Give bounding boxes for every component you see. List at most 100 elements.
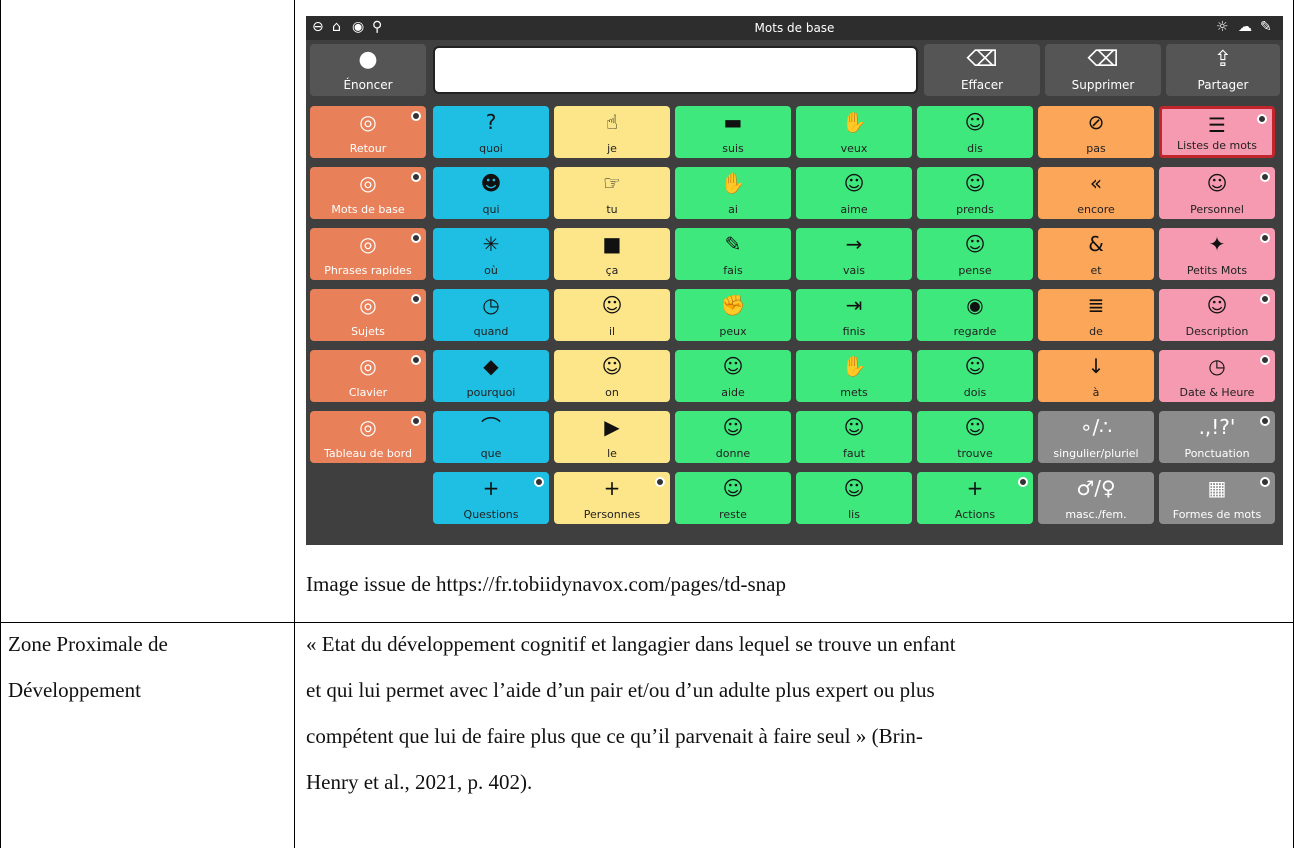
word-label: faut [843,447,865,460]
nav-button[interactable]: ◎ Clavier [310,350,426,402]
word-button[interactable]: ☺ trouve [917,411,1033,463]
word-button[interactable]: ☺ prends [917,167,1033,219]
nav-label: Mots de base [331,203,405,216]
share-button[interactable]: ⇪ Partager [1166,44,1280,96]
table-border-left [0,0,1,848]
word-button[interactable]: + Personnes [554,472,670,524]
word-button[interactable]: ✦ Petits Mots [1159,228,1275,280]
word-button[interactable]: ◷ Date & Heure [1159,350,1275,402]
nav-button[interactable]: ◎ Retour [310,106,426,158]
word-button[interactable]: + Actions [917,472,1033,524]
word-button[interactable]: ⇥ finis [796,289,912,341]
word-label: le [607,447,617,460]
word-button[interactable]: ☺ lis [796,472,912,524]
word-button[interactable]: ⌒ que [433,411,549,463]
word-button[interactable]: ☺ dois [917,350,1033,402]
nav-button[interactable]: ◎ Mots de base [310,167,426,219]
symbol-icon: ☺ [964,415,986,439]
word-label: pourquoi [466,386,516,399]
folder-indicator-icon [411,111,421,121]
word-button[interactable]: ≣ de [1038,289,1154,341]
nav-button[interactable]: ◎ Tableau de bord [310,411,426,463]
clear-label: Effacer [960,78,1004,92]
word-label: dois [963,386,987,399]
word-label: Actions [954,508,996,521]
delete-button[interactable]: ⌫ Supprimer [1045,44,1161,96]
word-button[interactable]: ▦ Formes de mots [1159,472,1275,524]
nav-button[interactable]: ◎ Sujets [310,289,426,341]
word-button[interactable]: ◆ pourquoi [433,350,549,402]
definition-line-4: Henry et al., 2021, p. 402). [306,770,533,794]
word-button[interactable]: & et [1038,228,1154,280]
word-button[interactable]: ♂/♀ masc./fem. [1038,472,1154,524]
word-button[interactable]: ☺ reste [675,472,791,524]
word-button[interactable]: ☺ aide [675,350,791,402]
word-button[interactable]: ▶ le [554,411,670,463]
word-button[interactable]: ☰ Listes de mots [1159,106,1275,158]
word-button[interactable]: ◉ regarde [917,289,1033,341]
word-button[interactable]: ✋ veux [796,106,912,158]
word-button[interactable]: ☺ Description [1159,289,1275,341]
symbol-icon: ✋ [720,171,746,195]
word-button[interactable]: .,!?' Ponctuation [1159,411,1275,463]
word-button[interactable]: → vais [796,228,912,280]
word-button[interactable]: ✊ peux [675,289,791,341]
symbol-icon: « [1089,171,1103,195]
word-button[interactable]: « encore [1038,167,1154,219]
symbol-icon: ▶ [604,415,620,439]
symbol-icon: ☝ [605,110,619,134]
word-button[interactable]: ☺ faut [796,411,912,463]
symbol-icon: ⇥ [845,293,863,317]
symbol-icon: ☺ [964,171,986,195]
nav-button[interactable]: ◎ Phrases rapides [310,228,426,280]
word-button[interactable]: ⊘ pas [1038,106,1154,158]
speech-bubble-icon: ● [358,47,378,72]
word-button[interactable]: ✋ ai [675,167,791,219]
word-button[interactable]: ✋ mets [796,350,912,402]
symbol-icon: ◷ [482,293,500,317]
symbol-icon: ♂/♀ [1076,476,1116,500]
symbol-icon: ∘/∴ [1080,415,1112,439]
word-button[interactable]: ☺ donne [675,411,791,463]
word-label: Date & Heure [1179,386,1255,399]
word-button[interactable]: ✳ où [433,228,549,280]
symbol-icon: + [603,476,621,500]
cloud-sync-icon[interactable]: ☁ [1238,19,1252,35]
edit-off-icon[interactable]: ✎ [1260,19,1272,35]
word-label: aime [840,203,868,216]
word-button[interactable]: ☞ tu [554,167,670,219]
word-button[interactable]: ☻ qui [433,167,549,219]
table-row-divider [0,622,1294,623]
word-label: à [1092,386,1100,399]
word-label: ai [728,203,738,216]
word-button[interactable]: ☺ aime [796,167,912,219]
word-button[interactable]: ▬ suis [675,106,791,158]
word-button[interactable]: ∘/∴ singulier/pluriel [1038,411,1154,463]
word-button[interactable]: ✎ fais [675,228,791,280]
word-label: il [608,325,616,338]
clear-button[interactable]: ⌫ Effacer [924,44,1040,96]
brightness-icon[interactable]: ☼ [1216,19,1229,35]
speak-button[interactable]: ● Énoncer [310,44,426,96]
word-button[interactable]: ◷ quand [433,289,549,341]
nav-label: Sujets [351,325,385,338]
word-label: fais [723,264,743,277]
message-window[interactable] [433,46,918,94]
word-button[interactable]: + Questions [433,472,549,524]
term-line-2: Développement [8,678,141,702]
word-button[interactable]: ☺ pense [917,228,1033,280]
word-button[interactable]: ☺ dis [917,106,1033,158]
symbol-icon: ☺ [722,354,744,378]
word-button[interactable]: ☺ il [554,289,670,341]
word-button[interactable]: ? quoi [433,106,549,158]
word-label: Listes de mots [1177,139,1257,152]
word-label: trouve [957,447,993,460]
word-button[interactable]: ■ ça [554,228,670,280]
word-button[interactable]: ☺ Personnel [1159,167,1275,219]
symbol-icon: ☺ [843,476,865,500]
word-label: Petits Mots [1186,264,1248,277]
word-button[interactable]: ↓ à [1038,350,1154,402]
word-label: vais [842,264,866,277]
word-button[interactable]: ☝ je [554,106,670,158]
word-button[interactable]: ☺ on [554,350,670,402]
